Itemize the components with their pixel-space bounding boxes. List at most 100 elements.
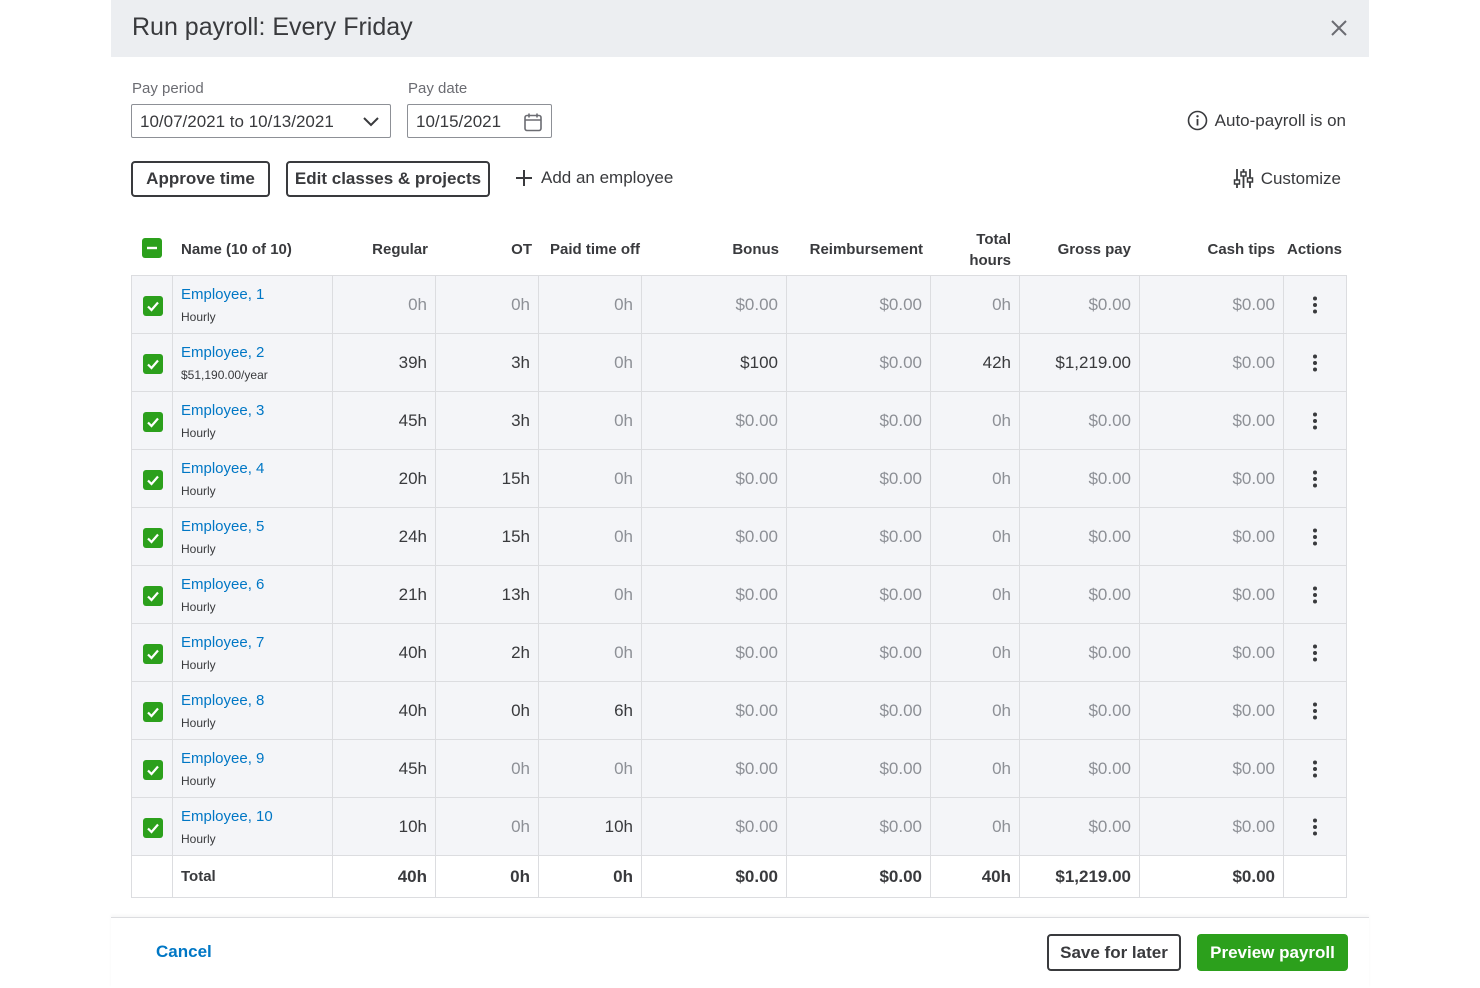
reimb-cell[interactable]: $0.00	[787, 798, 931, 855]
row-checkbox[interactable]	[143, 818, 163, 838]
tips-cell[interactable]: $0.00	[1140, 334, 1284, 391]
bonus-cell[interactable]: $0.00	[642, 392, 787, 449]
col-header-total-hours[interactable]: Total hours	[930, 224, 1011, 275]
kebab-menu-icon[interactable]	[1313, 644, 1317, 662]
row-checkbox[interactable]	[143, 586, 163, 606]
pto-cell[interactable]: 6h	[539, 682, 642, 739]
cancel-button[interactable]: Cancel	[156, 942, 212, 962]
ot-cell[interactable]: 0h	[436, 682, 539, 739]
employee-name-link[interactable]: Employee, 6	[181, 576, 264, 593]
regular-cell[interactable]: 21h	[333, 566, 436, 623]
bonus-cell[interactable]: $0.00	[642, 566, 787, 623]
col-header-bonus[interactable]: Bonus	[641, 224, 779, 275]
regular-cell[interactable]: 45h	[333, 740, 436, 797]
bonus-cell[interactable]: $0.00	[642, 450, 787, 507]
total-cell[interactable]: 0h	[931, 508, 1020, 565]
ot-cell[interactable]: 15h	[436, 508, 539, 565]
ot-cell[interactable]: 3h	[436, 334, 539, 391]
regular-cell[interactable]: 45h	[333, 392, 436, 449]
kebab-menu-icon[interactable]	[1313, 354, 1317, 372]
gross-cell[interactable]: $0.00	[1020, 392, 1140, 449]
save-for-later-button[interactable]: Save for later	[1047, 934, 1181, 971]
ot-cell[interactable]: 13h	[436, 566, 539, 623]
pto-cell[interactable]: 0h	[539, 392, 642, 449]
ot-cell[interactable]: 0h	[436, 740, 539, 797]
col-header-cash-tips[interactable]: Cash tips	[1139, 224, 1275, 275]
pto-cell[interactable]: 0h	[539, 566, 642, 623]
gross-cell[interactable]: $1,219.00	[1020, 334, 1140, 391]
ot-cell[interactable]: 15h	[436, 450, 539, 507]
kebab-menu-icon[interactable]	[1313, 296, 1317, 314]
reimb-cell[interactable]: $0.00	[787, 334, 931, 391]
kebab-menu-icon[interactable]	[1313, 528, 1317, 546]
row-checkbox[interactable]	[143, 354, 163, 374]
reimb-cell[interactable]: $0.00	[787, 740, 931, 797]
regular-cell[interactable]: 40h	[333, 624, 436, 681]
row-checkbox[interactable]	[143, 644, 163, 664]
gross-cell[interactable]: $0.00	[1020, 624, 1140, 681]
total-cell[interactable]: 0h	[931, 566, 1020, 623]
employee-name-link[interactable]: Employee, 3	[181, 402, 264, 419]
employee-name-link[interactable]: Employee, 7	[181, 634, 264, 651]
total-cell[interactable]: 0h	[931, 624, 1020, 681]
pto-cell[interactable]: 0h	[539, 276, 642, 333]
bonus-cell[interactable]: $0.00	[642, 682, 787, 739]
pay-date-input[interactable]: 10/15/2021	[407, 104, 552, 138]
row-checkbox[interactable]	[143, 528, 163, 548]
col-header-gross-pay[interactable]: Gross pay	[1020, 224, 1131, 275]
ot-cell[interactable]: 0h	[436, 276, 539, 333]
add-employee-button[interactable]: Add an employee	[515, 168, 673, 188]
total-cell[interactable]: 0h	[931, 682, 1020, 739]
row-checkbox[interactable]	[143, 296, 163, 316]
pay-period-select[interactable]: 10/07/2021 to 10/13/2021	[131, 104, 391, 138]
ot-cell[interactable]: 3h	[436, 392, 539, 449]
tips-cell[interactable]: $0.00	[1140, 566, 1284, 623]
row-checkbox[interactable]	[143, 702, 163, 722]
tips-cell[interactable]: $0.00	[1140, 624, 1284, 681]
employee-name-link[interactable]: Employee, 9	[181, 750, 264, 767]
bonus-cell[interactable]: $0.00	[642, 740, 787, 797]
regular-cell[interactable]: 20h	[333, 450, 436, 507]
kebab-menu-icon[interactable]	[1313, 760, 1317, 778]
kebab-menu-icon[interactable]	[1313, 412, 1317, 430]
edit-classes-projects-button[interactable]: Edit classes & projects	[286, 161, 490, 197]
gross-cell[interactable]: $0.00	[1020, 450, 1140, 507]
employee-name-link[interactable]: Employee, 1	[181, 286, 264, 303]
bonus-cell[interactable]: $0.00	[642, 508, 787, 565]
col-header-ot[interactable]: OT	[435, 224, 532, 275]
total-cell[interactable]: 0h	[931, 392, 1020, 449]
col-header-regular[interactable]: Regular	[331, 224, 428, 275]
gross-cell[interactable]: $0.00	[1020, 740, 1140, 797]
col-header-name[interactable]: Name (10 of 10)	[181, 224, 292, 275]
tips-cell[interactable]: $0.00	[1140, 682, 1284, 739]
calendar-icon[interactable]	[523, 112, 543, 132]
regular-cell[interactable]: 24h	[333, 508, 436, 565]
reimb-cell[interactable]: $0.00	[787, 392, 931, 449]
preview-payroll-button[interactable]: Preview payroll	[1197, 934, 1348, 971]
total-cell[interactable]: 0h	[931, 740, 1020, 797]
kebab-menu-icon[interactable]	[1313, 702, 1317, 720]
gross-cell[interactable]: $0.00	[1020, 798, 1140, 855]
row-checkbox[interactable]	[143, 412, 163, 432]
total-cell[interactable]: 42h	[931, 334, 1020, 391]
reimb-cell[interactable]: $0.00	[787, 624, 931, 681]
gross-cell[interactable]: $0.00	[1020, 276, 1140, 333]
bonus-cell[interactable]: $0.00	[642, 624, 787, 681]
regular-cell[interactable]: 40h	[333, 682, 436, 739]
regular-cell[interactable]: 39h	[333, 334, 436, 391]
select-all-checkbox[interactable]	[142, 238, 162, 258]
pto-cell[interactable]: 0h	[539, 740, 642, 797]
gross-cell[interactable]: $0.00	[1020, 566, 1140, 623]
total-cell[interactable]: 0h	[931, 798, 1020, 855]
row-checkbox[interactable]	[143, 760, 163, 780]
tips-cell[interactable]: $0.00	[1140, 450, 1284, 507]
employee-name-link[interactable]: Employee, 8	[181, 692, 264, 709]
tips-cell[interactable]: $0.00	[1140, 508, 1284, 565]
reimb-cell[interactable]: $0.00	[787, 566, 931, 623]
kebab-menu-icon[interactable]	[1313, 586, 1317, 604]
regular-cell[interactable]: 0h	[333, 276, 436, 333]
gross-cell[interactable]: $0.00	[1020, 682, 1140, 739]
info-icon[interactable]	[1187, 110, 1208, 131]
pto-cell[interactable]: 0h	[539, 508, 642, 565]
employee-name-link[interactable]: Employee, 4	[181, 460, 264, 477]
